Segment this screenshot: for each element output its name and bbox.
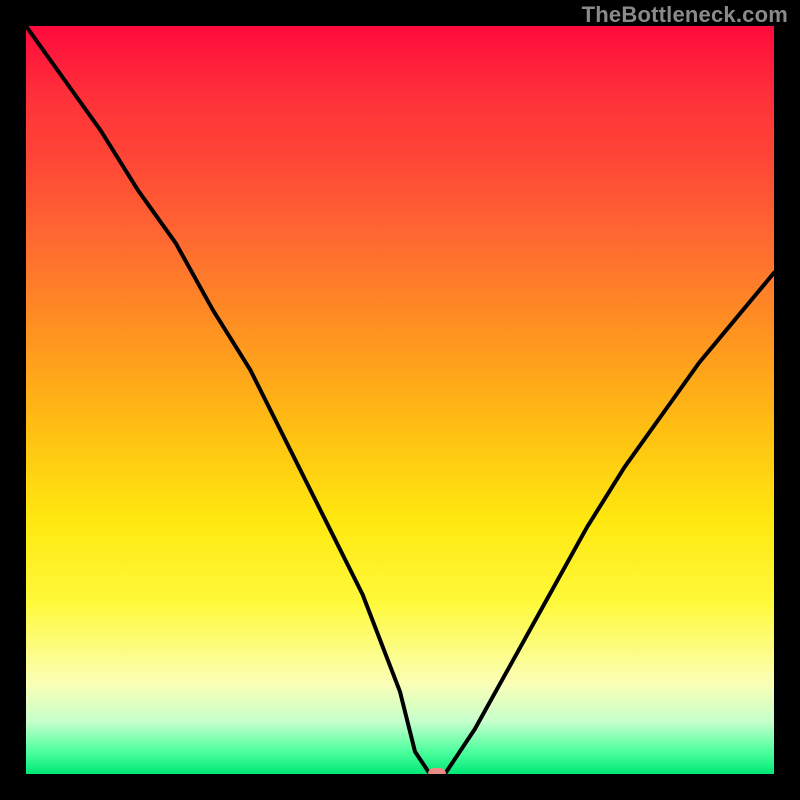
curve-path [26, 26, 774, 774]
plot-area [26, 26, 774, 774]
bottleneck-curve [26, 26, 774, 774]
optimum-marker [428, 768, 446, 774]
chart-frame: TheBottleneck.com [0, 0, 800, 800]
watermark-text: TheBottleneck.com [582, 2, 788, 28]
